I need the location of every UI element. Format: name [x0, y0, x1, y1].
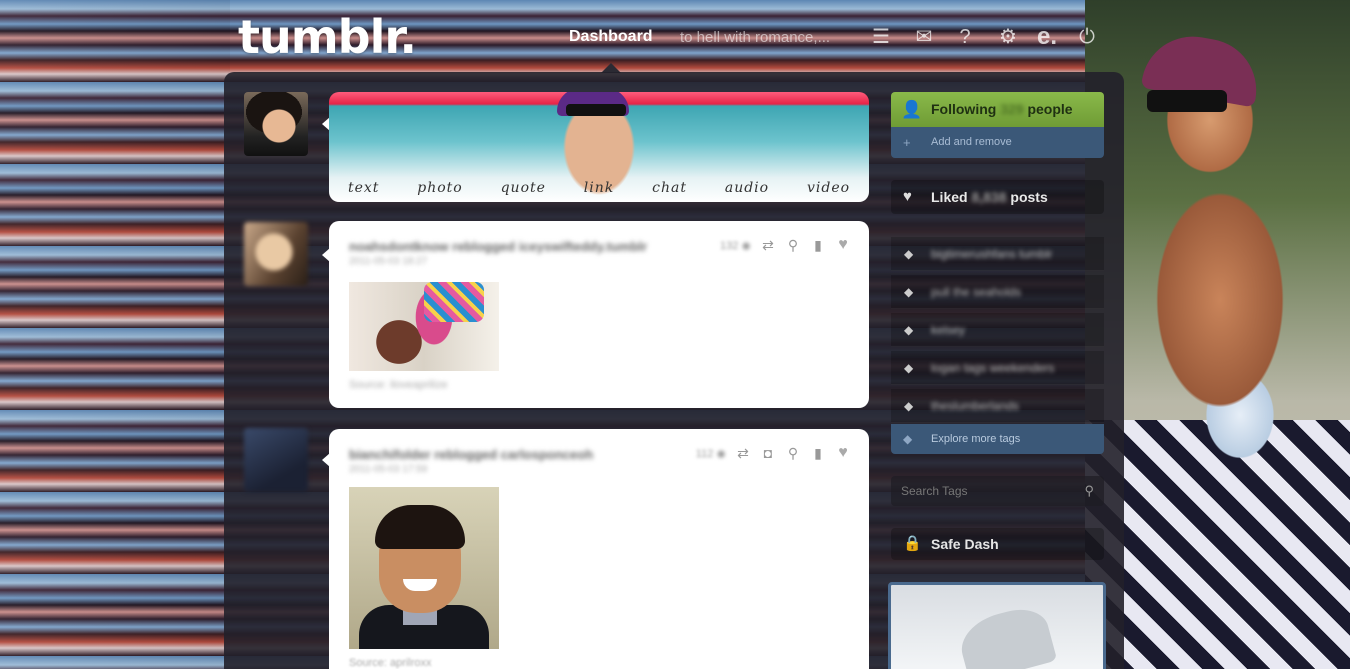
tracked-tag[interactable]: ◆ pull the seaholds	[891, 275, 1104, 309]
post-type-video[interactable]: video	[807, 180, 850, 196]
tag-icon: ◆	[904, 323, 914, 337]
liked-count: 8,838	[971, 189, 1007, 205]
mail-icon[interactable]: ✉	[913, 26, 935, 48]
safe-dash-label: Safe Dash	[931, 536, 999, 552]
background-stripes	[0, 0, 230, 669]
reblog-icon[interactable]: ⇄	[760, 237, 776, 253]
power-icon[interactable]: ⏻	[1076, 26, 1098, 48]
nav-blog-link[interactable]: to hell with romance,...	[680, 29, 830, 46]
tag-icon: ◆	[904, 247, 914, 261]
background-photo	[1085, 0, 1350, 669]
add-remove-link[interactable]: + Add and remove	[891, 127, 1104, 158]
post-source[interactable]: Source: iloveaprilize	[349, 379, 447, 391]
search-placeholder: Search Tags	[901, 484, 968, 498]
notes-count[interactable]: 112 ◉	[696, 447, 726, 460]
tag-icon: ◆	[904, 361, 914, 375]
tracked-tag[interactable]: ◆ kelsey	[891, 313, 1104, 347]
post-photo[interactable]	[349, 487, 499, 649]
post-avatar[interactable]	[244, 222, 308, 286]
post-date: 2011-05-03 17:59	[349, 464, 428, 475]
zoom-icon[interactable]: ⚲	[785, 237, 801, 253]
add-person-icon: +	[903, 135, 911, 150]
safe-dash-toggle[interactable]: 🔒 Safe Dash	[891, 528, 1104, 560]
tag-icon: ◆	[904, 399, 914, 413]
post-source[interactable]: Source: aprilroxx	[349, 657, 432, 669]
tag-label: logan tags weekenders	[931, 361, 1055, 375]
zoom-icon[interactable]: ⚲	[785, 445, 801, 461]
post-username[interactable]: noahsdontknow reblogged iceyswifteddy.tu…	[349, 239, 669, 254]
post-type-chat[interactable]: chat	[652, 180, 687, 196]
bookmark-icon[interactable]: ▮	[810, 445, 826, 461]
post-photo[interactable]	[349, 282, 499, 371]
nav-dashboard-link[interactable]: Dashboard	[569, 28, 653, 46]
list-icon[interactable]: ☰	[870, 26, 892, 48]
post-type-quote[interactable]: quote	[501, 180, 546, 196]
bookmark-icon[interactable]: ▮	[810, 237, 826, 253]
help-icon[interactable]: ?	[954, 26, 976, 48]
notes-count[interactable]: 132 ◉	[720, 239, 751, 252]
tracked-tag[interactable]: ◆ bigtimerushfans tumblr	[891, 237, 1104, 271]
following-label: Following	[931, 101, 997, 117]
tag-label: pull the seaholds	[931, 285, 1022, 299]
tumblr-logo[interactable]: tumblr.	[238, 10, 417, 64]
following-count: 329	[1000, 101, 1024, 117]
edit-icon[interactable]: e.	[1036, 25, 1058, 49]
add-remove-label: Add and remove	[931, 136, 1012, 148]
radar-image[interactable]	[888, 582, 1106, 669]
tag-label: theslumberlands	[931, 399, 1020, 413]
lock-icon: 🔒	[903, 535, 922, 552]
liked-posts-link[interactable]: ♥ Liked 8,838 posts	[891, 180, 1104, 214]
post-type-bar: text photo quote link chat audio video	[329, 92, 869, 202]
following-link[interactable]: 👤 Following 329 people	[891, 92, 1104, 127]
tag-label: kelsey	[931, 323, 966, 337]
post-username[interactable]: bianchifolder reblogged carlosponceoh	[349, 447, 669, 462]
dashboard-post: noahsdontknow reblogged iceyswifteddy.tu…	[329, 221, 869, 408]
search-tags-input[interactable]: Search Tags ⚲	[891, 476, 1104, 506]
search-icon[interactable]: ⚲	[1084, 476, 1094, 506]
camera-icon[interactable]: ◘	[760, 445, 776, 461]
tag-icon: ◆	[904, 285, 914, 299]
like-heart-icon[interactable]: ♥	[835, 237, 851, 253]
tag-label: bigtimerushfans tumblr	[931, 247, 1053, 261]
heart-icon: ♥	[903, 188, 912, 205]
post-type-link[interactable]: link	[584, 180, 614, 196]
liked-suffix: posts	[1010, 189, 1048, 205]
person-icon: 👤	[901, 100, 923, 119]
dashboard-post: bianchifolder reblogged carlosponceoh 20…	[329, 429, 869, 669]
explore-tags-link[interactable]: ◆ Explore more tags	[891, 424, 1104, 454]
post-type-audio[interactable]: audio	[725, 180, 769, 196]
post-date: 2011-05-03 18:27	[349, 256, 428, 267]
like-heart-icon[interactable]: ♥	[835, 445, 851, 461]
liked-label: Liked	[931, 189, 968, 205]
following-suffix: people	[1027, 101, 1073, 117]
tag-icon: ◆	[903, 432, 913, 446]
user-avatar[interactable]	[244, 92, 308, 156]
reblog-icon[interactable]: ⇄	[735, 445, 751, 461]
explore-label: Explore more tags	[931, 433, 1021, 445]
tracked-tag[interactable]: ◆ theslumberlands	[891, 389, 1104, 423]
tracked-tag[interactable]: ◆ logan tags weekenders	[891, 351, 1104, 385]
gear-icon[interactable]: ⚙	[997, 26, 1019, 48]
post-type-text[interactable]: text	[348, 180, 379, 196]
post-avatar[interactable]	[244, 428, 308, 492]
post-type-photo[interactable]: photo	[417, 180, 462, 196]
